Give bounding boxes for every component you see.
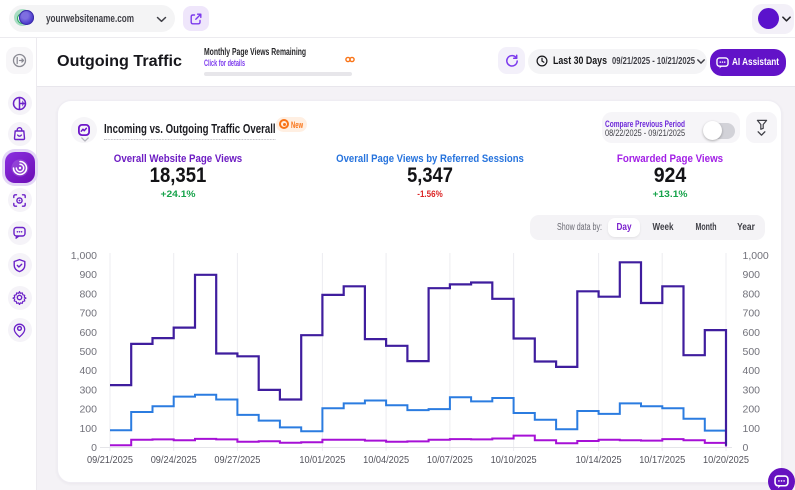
svg-text:09/21/2025: 09/21/2025 — [87, 454, 133, 466]
svg-text:800: 800 — [79, 288, 97, 300]
svg-text:500: 500 — [79, 346, 97, 358]
svg-text:500: 500 — [743, 346, 761, 358]
svg-text:10/17/2025: 10/17/2025 — [639, 454, 685, 466]
svg-text:0: 0 — [743, 442, 749, 454]
svg-text:900: 900 — [743, 269, 761, 281]
svg-text:700: 700 — [743, 308, 761, 320]
svg-text:10/04/2025: 10/04/2025 — [363, 454, 409, 466]
svg-text:10/10/2025: 10/10/2025 — [491, 454, 537, 466]
svg-text:09/24/2025: 09/24/2025 — [151, 454, 197, 466]
svg-text:800: 800 — [743, 288, 761, 300]
svg-text:1,000: 1,000 — [71, 250, 97, 262]
svg-text:400: 400 — [743, 365, 761, 377]
svg-text:0: 0 — [91, 442, 97, 454]
svg-text:09/27/2025: 09/27/2025 — [214, 454, 260, 466]
svg-text:600: 600 — [743, 327, 761, 339]
svg-text:10/20/2025: 10/20/2025 — [703, 454, 749, 466]
svg-text:100: 100 — [79, 423, 97, 435]
svg-text:1,000: 1,000 — [743, 250, 769, 262]
svg-text:300: 300 — [79, 384, 97, 396]
svg-text:900: 900 — [79, 269, 97, 281]
svg-text:10/01/2025: 10/01/2025 — [299, 454, 345, 466]
svg-text:200: 200 — [79, 404, 97, 416]
svg-text:400: 400 — [79, 365, 97, 377]
svg-text:10/14/2025: 10/14/2025 — [576, 454, 622, 466]
svg-text:700: 700 — [79, 308, 97, 320]
svg-text:300: 300 — [743, 384, 761, 396]
svg-text:10/07/2025: 10/07/2025 — [427, 454, 473, 466]
svg-text:100: 100 — [743, 423, 761, 435]
svg-text:200: 200 — [743, 404, 761, 416]
svg-text:600: 600 — [79, 327, 97, 339]
